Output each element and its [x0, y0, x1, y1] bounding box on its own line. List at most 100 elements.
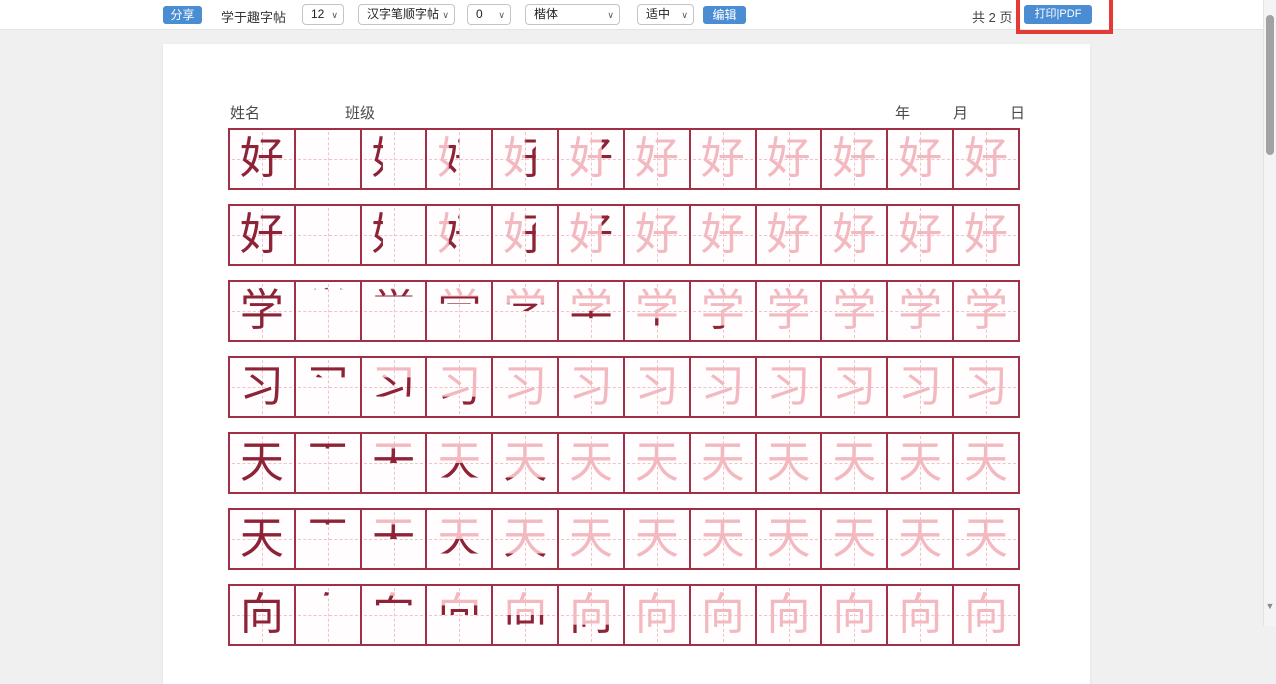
trace-glyph: 天 [559, 434, 623, 492]
practice-cell: 好 [888, 206, 954, 264]
practice-cell: 习 [954, 358, 1018, 416]
practice-cell: 好好 [493, 130, 559, 188]
practice-cell: 天 [296, 434, 362, 492]
trace-glyph: 好 [691, 130, 755, 188]
template-select[interactable]: 汉字笔顺字帖 ∨ [358, 4, 455, 25]
toolbar: 分享 学于趣字帖 12 ∨ 汉字笔顺字帖 ∨ 0 ∨ 楷体 ∨ 适中 ∨ 编辑 … [0, 0, 1276, 30]
practice-cell: 习习 [427, 358, 493, 416]
practice-row: 好好好好好好好好好好好好好好好好好 [228, 128, 1020, 190]
trace-glyph: 天 [888, 510, 952, 568]
scrollbar-track[interactable] [1263, 0, 1276, 626]
character-glyph: 天 [230, 434, 294, 492]
trace-glyph: 好 [822, 130, 886, 188]
month-label: 月 [953, 102, 968, 123]
worksheet-page: 姓名 班级 年 月 日 好好好好好好好好好好好好好好好好好好好好好好好好好好好好… [163, 44, 1090, 684]
practice-cell: 天 [691, 510, 757, 568]
trace-glyph: 好 [757, 130, 821, 188]
character-glyph: 好 [296, 206, 360, 264]
practice-cell: 天 [230, 434, 296, 492]
practice-cell: 学学 [559, 282, 625, 340]
practice-cell: 学 [296, 282, 362, 340]
practice-cell: 学 [230, 282, 296, 340]
practice-cell: 向向 [559, 586, 625, 644]
practice-cell: 向向 [493, 586, 559, 644]
practice-cell: 习 [822, 358, 888, 416]
practice-cell: 好 [296, 130, 362, 188]
font-size-select[interactable]: 12 ∨ [302, 4, 344, 25]
trace-glyph: 好 [757, 206, 821, 264]
trace-glyph: 习 [822, 358, 886, 416]
trace-glyph: 好 [691, 206, 755, 264]
trace-glyph: 向 [559, 586, 623, 644]
trace-glyph: 天 [625, 434, 689, 492]
trace-glyph: 向 [822, 586, 886, 644]
practice-cell: 天天 [362, 510, 428, 568]
trace-glyph: 学 [954, 282, 1018, 340]
trace-glyph: 天 [822, 510, 886, 568]
practice-cell: 天 [691, 434, 757, 492]
trace-glyph: 天 [954, 434, 1018, 492]
practice-cell: 学学 [757, 282, 823, 340]
practice-cell: 向 [230, 586, 296, 644]
practice-cell: 好 [691, 130, 757, 188]
practice-cell: 好 [230, 206, 296, 264]
practice-cell: 好 [757, 130, 823, 188]
trace-glyph: 学 [757, 282, 821, 340]
practice-rows: 好好好好好好好好好好好好好好好好好好好好好好好好好好好好好好好好好好学学学学学学… [228, 128, 1020, 660]
practice-cell: 好 [822, 206, 888, 264]
trace-glyph: 向 [888, 586, 952, 644]
trace-glyph: 天 [625, 510, 689, 568]
font-family-value: 楷体 [534, 7, 558, 21]
share-button[interactable]: 分享 [163, 6, 202, 24]
practice-cell: 好 [296, 206, 362, 264]
practice-cell: 学 [888, 282, 954, 340]
practice-cell: 好好 [625, 130, 691, 188]
scroll-down-arrow-icon[interactable]: ▼ [1264, 600, 1276, 612]
trace-glyph: 向 [757, 586, 821, 644]
offset-value: 0 [476, 7, 483, 21]
edit-button[interactable]: 编辑 [703, 6, 746, 24]
offset-select[interactable]: 0 ∨ [467, 4, 511, 25]
trace-glyph: 习 [954, 358, 1018, 416]
practice-cell: 天天 [362, 434, 428, 492]
trace-glyph: 好 [427, 130, 491, 188]
practice-cell: 天 [757, 510, 823, 568]
trace-glyph: 天 [954, 510, 1018, 568]
page-count-label: 共 2 页 [972, 7, 1012, 26]
font-family-select[interactable]: 楷体 ∨ [525, 4, 620, 25]
trace-glyph: 好 [427, 206, 491, 264]
day-label: 日 [1010, 102, 1025, 123]
trace-glyph: 天 [362, 510, 426, 568]
trace-glyph: 天 [757, 510, 821, 568]
practice-cell: 向 [691, 586, 757, 644]
practice-cell: 天 [954, 510, 1018, 568]
trace-glyph: 习 [691, 358, 755, 416]
spacing-select[interactable]: 适中 ∨ [637, 4, 694, 25]
practice-cell: 学学 [362, 282, 428, 340]
trace-glyph: 习 [757, 358, 821, 416]
trace-glyph: 好 [822, 206, 886, 264]
scrollbar-thumb[interactable] [1266, 15, 1274, 155]
practice-cell: 习 [691, 358, 757, 416]
trace-glyph: 好 [559, 206, 623, 264]
practice-cell: 天 [559, 434, 625, 492]
practice-cell: 好 [822, 130, 888, 188]
practice-cell: 习 [296, 358, 362, 416]
character-glyph: 习 [230, 358, 294, 416]
print-pdf-button[interactable]: 打印|PDF [1024, 5, 1092, 24]
practice-cell: 天 [822, 510, 888, 568]
chevron-down-icon: ∨ [331, 6, 338, 24]
trace-glyph: 习 [559, 358, 623, 416]
character-glyph: 学 [362, 282, 426, 340]
practice-cell: 好 [954, 130, 1018, 188]
class-label: 班级 [345, 102, 375, 123]
character-glyph: 好 [296, 130, 360, 188]
practice-cell: 天 [954, 434, 1018, 492]
chevron-down-icon: ∨ [607, 6, 614, 24]
practice-cell: 好 [691, 206, 757, 264]
practice-cell: 向 [888, 586, 954, 644]
trace-glyph: 向 [954, 586, 1018, 644]
practice-cell: 好 [757, 206, 823, 264]
trace-glyph: 向 [691, 586, 755, 644]
trace-glyph: 习 [625, 358, 689, 416]
